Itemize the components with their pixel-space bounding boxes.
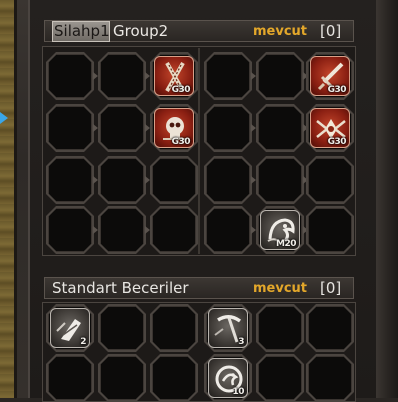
skill-slot[interactable]: [206, 158, 250, 202]
slot-separator-arrow-icon: [251, 124, 256, 132]
blue-arrow-icon: [0, 112, 8, 124]
skill-slot[interactable]: [48, 158, 92, 202]
skill-slot[interactable]: [308, 208, 352, 252]
skill-level-label: G30: [171, 85, 191, 95]
standard-skill-slot[interactable]: [308, 306, 352, 350]
skill-slot[interactable]: [48, 208, 92, 252]
skill-slot[interactable]: [258, 106, 302, 150]
slot-separator-arrow-icon: [145, 176, 150, 184]
skill-slot[interactable]: [152, 208, 196, 252]
left-wood-border: [0, 0, 14, 398]
skill-slot[interactable]: [48, 106, 92, 150]
skill-slot[interactable]: [100, 158, 144, 202]
standard-skill-slot[interactable]: [308, 356, 352, 400]
slot-separator-arrow-icon: [251, 176, 256, 184]
slot-separator-arrow-icon: [93, 72, 98, 80]
skill-slot[interactable]: [152, 158, 196, 202]
group-points-label: mevcut: [253, 24, 308, 39]
slot-separator-arrow-icon: [93, 124, 98, 132]
standard-skill-slot[interactable]: [152, 306, 196, 350]
skill-slot[interactable]: [206, 106, 250, 150]
skill-slot[interactable]: [206, 208, 250, 252]
standard-skill-slot[interactable]: [48, 356, 92, 400]
pickaxe-icon[interactable]: 3: [208, 308, 248, 348]
skill-slot[interactable]: [48, 54, 92, 98]
skill-slot[interactable]: [100, 106, 144, 150]
standard-skill-slot[interactable]: [100, 356, 144, 400]
standard-skill-slot[interactable]: [258, 356, 302, 400]
standard-skill-slot[interactable]: [152, 356, 196, 400]
skill-slot[interactable]: [206, 54, 250, 98]
slot-separator-arrow-icon: [145, 226, 150, 234]
slot-separator-arrow-icon: [145, 72, 150, 80]
slot-separator-arrow-icon: [93, 176, 98, 184]
standard-points-value: [0]: [320, 279, 342, 297]
window-right-border: [376, 0, 398, 398]
winged-emblem-icon[interactable]: G30: [310, 108, 350, 148]
dragon-icon[interactable]: 10: [208, 358, 248, 398]
grid-divider: [198, 48, 200, 254]
tab-silahp1[interactable]: Silahp1: [52, 21, 110, 42]
skill-slot[interactable]: [258, 54, 302, 98]
skull-icon[interactable]: G30: [154, 108, 194, 148]
crossed-ropes-icon[interactable]: G30: [154, 56, 194, 96]
skill-level-label: 2: [80, 337, 86, 347]
slot-separator-arrow-icon: [251, 226, 256, 234]
slot-separator-arrow-icon: [251, 72, 256, 80]
standard-skills-title: Standart Beceriler: [52, 279, 189, 297]
beast-head-icon[interactable]: M20: [260, 210, 300, 250]
skill-level-label: 3: [238, 337, 244, 347]
skill-slot[interactable]: [308, 158, 352, 202]
skill-level-label: G30: [171, 137, 191, 147]
tab-group2[interactable]: Group2: [113, 21, 168, 42]
sword-icon[interactable]: G30: [310, 56, 350, 96]
skill-level-label: G30: [327, 137, 347, 147]
standard-skill-slot[interactable]: [100, 306, 144, 350]
skill-slot[interactable]: [258, 158, 302, 202]
skill-slot[interactable]: [100, 208, 144, 252]
skill-slot[interactable]: [100, 54, 144, 98]
standard-skill-slot[interactable]: [258, 306, 302, 350]
skill-level-label: 10: [232, 387, 244, 397]
standard-points-label: mevcut: [253, 281, 308, 296]
slot-separator-arrow-icon: [93, 226, 98, 234]
skill-level-label: G30: [327, 85, 347, 95]
skill-level-label: M20: [276, 239, 296, 249]
slot-separator-arrow-icon: [145, 124, 150, 132]
riding-icon[interactable]: 2: [50, 308, 90, 348]
group-points-value: [0]: [320, 22, 342, 40]
